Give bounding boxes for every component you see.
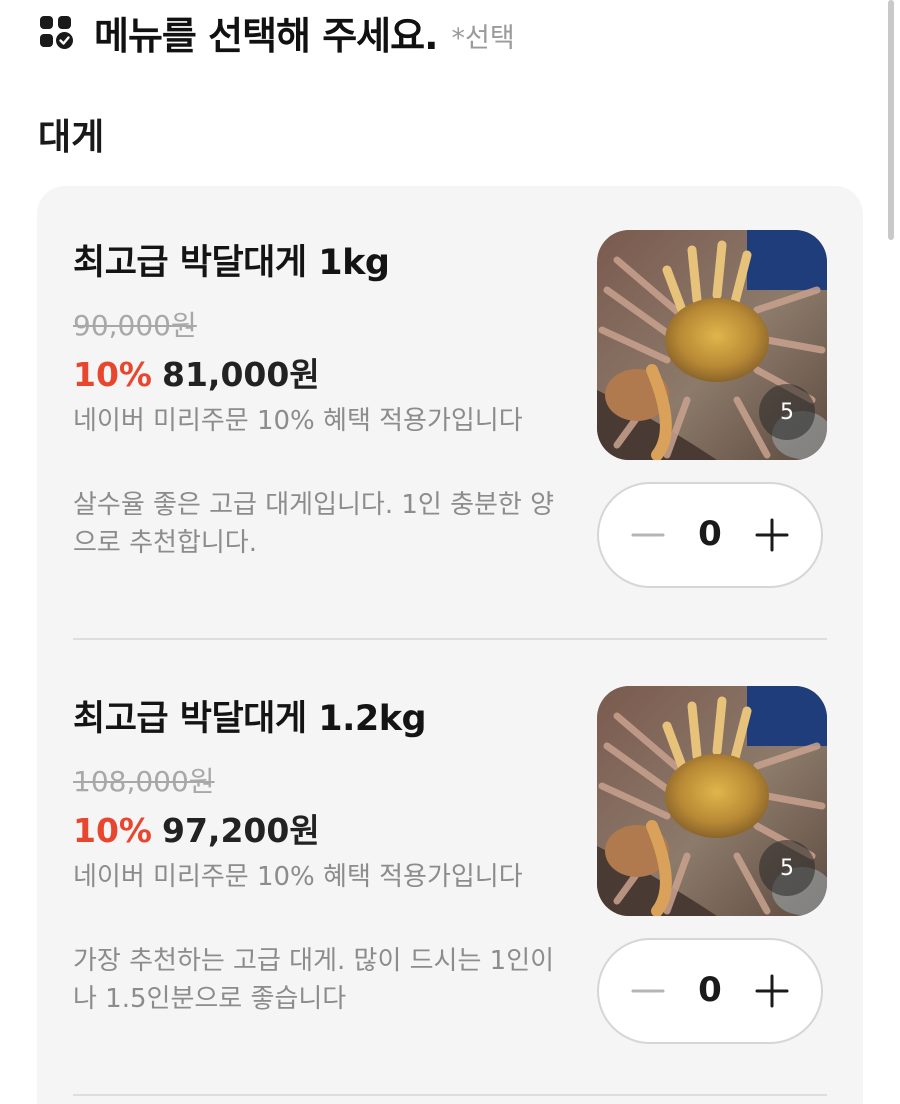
sale-price-row: 10% 81,000원 bbox=[73, 348, 320, 396]
category-title: 대게 bbox=[38, 117, 105, 158]
quantity-stepper[interactable]: 0 bbox=[597, 938, 823, 1044]
optional-note: *선택 bbox=[451, 22, 515, 54]
image-count-badge: 5 bbox=[759, 384, 815, 440]
plus-icon[interactable] bbox=[749, 968, 795, 1014]
item-name: 최고급 박달대게 1.2kg bbox=[73, 699, 427, 739]
item-name: 최고급 박달대게 1kg bbox=[73, 243, 390, 283]
divider bbox=[73, 1094, 827, 1096]
menu-selection-page: 메뉴를 선택해 주세요. *선택 대게 최고급 박달대게 1kg 90,000원… bbox=[0, 0, 900, 1104]
scrollbar[interactable] bbox=[888, 0, 894, 240]
item-thumbnail[interactable]: 5 bbox=[597, 230, 827, 460]
plus-icon[interactable] bbox=[749, 512, 795, 558]
page-title: 메뉴를 선택해 주세요. bbox=[94, 13, 439, 58]
item-description: 가장 추천하는 고급 대게. 많이 드시는 1인이나 1.5인분으로 좋습니다 bbox=[73, 946, 555, 1014]
discount-rate: 10% bbox=[73, 355, 152, 394]
image-count-badge: 5 bbox=[759, 840, 815, 896]
item-thumbnail[interactable]: 5 bbox=[597, 686, 827, 916]
benefit-text: 네이버 미리주문 10% 혜택 적용가입니다 bbox=[73, 406, 523, 436]
sale-price: 81,000원 bbox=[162, 355, 320, 394]
benefit-text: 네이버 미리주문 10% 혜택 적용가입니다 bbox=[73, 862, 523, 892]
menu-header: 메뉴를 선택해 주세요. *선택 bbox=[38, 4, 515, 60]
original-price: 108,000원 bbox=[73, 765, 215, 798]
divider bbox=[73, 638, 827, 640]
item-description: 살수율 좋은 고급 대게입니다. 1인 충분한 양으로 추천합니다. bbox=[73, 490, 555, 558]
menu-card: 최고급 박달대게 1kg 90,000원 10% 81,000원 네이버 미리주문… bbox=[37, 186, 863, 1104]
quantity-stepper[interactable]: 0 bbox=[597, 482, 823, 588]
sale-price: 97,200원 bbox=[162, 811, 320, 850]
original-price: 90,000원 bbox=[73, 309, 197, 342]
menu-check-icon bbox=[40, 16, 73, 49]
discount-rate: 10% bbox=[73, 811, 152, 850]
sale-price-row: 10% 97,200원 bbox=[73, 804, 320, 852]
